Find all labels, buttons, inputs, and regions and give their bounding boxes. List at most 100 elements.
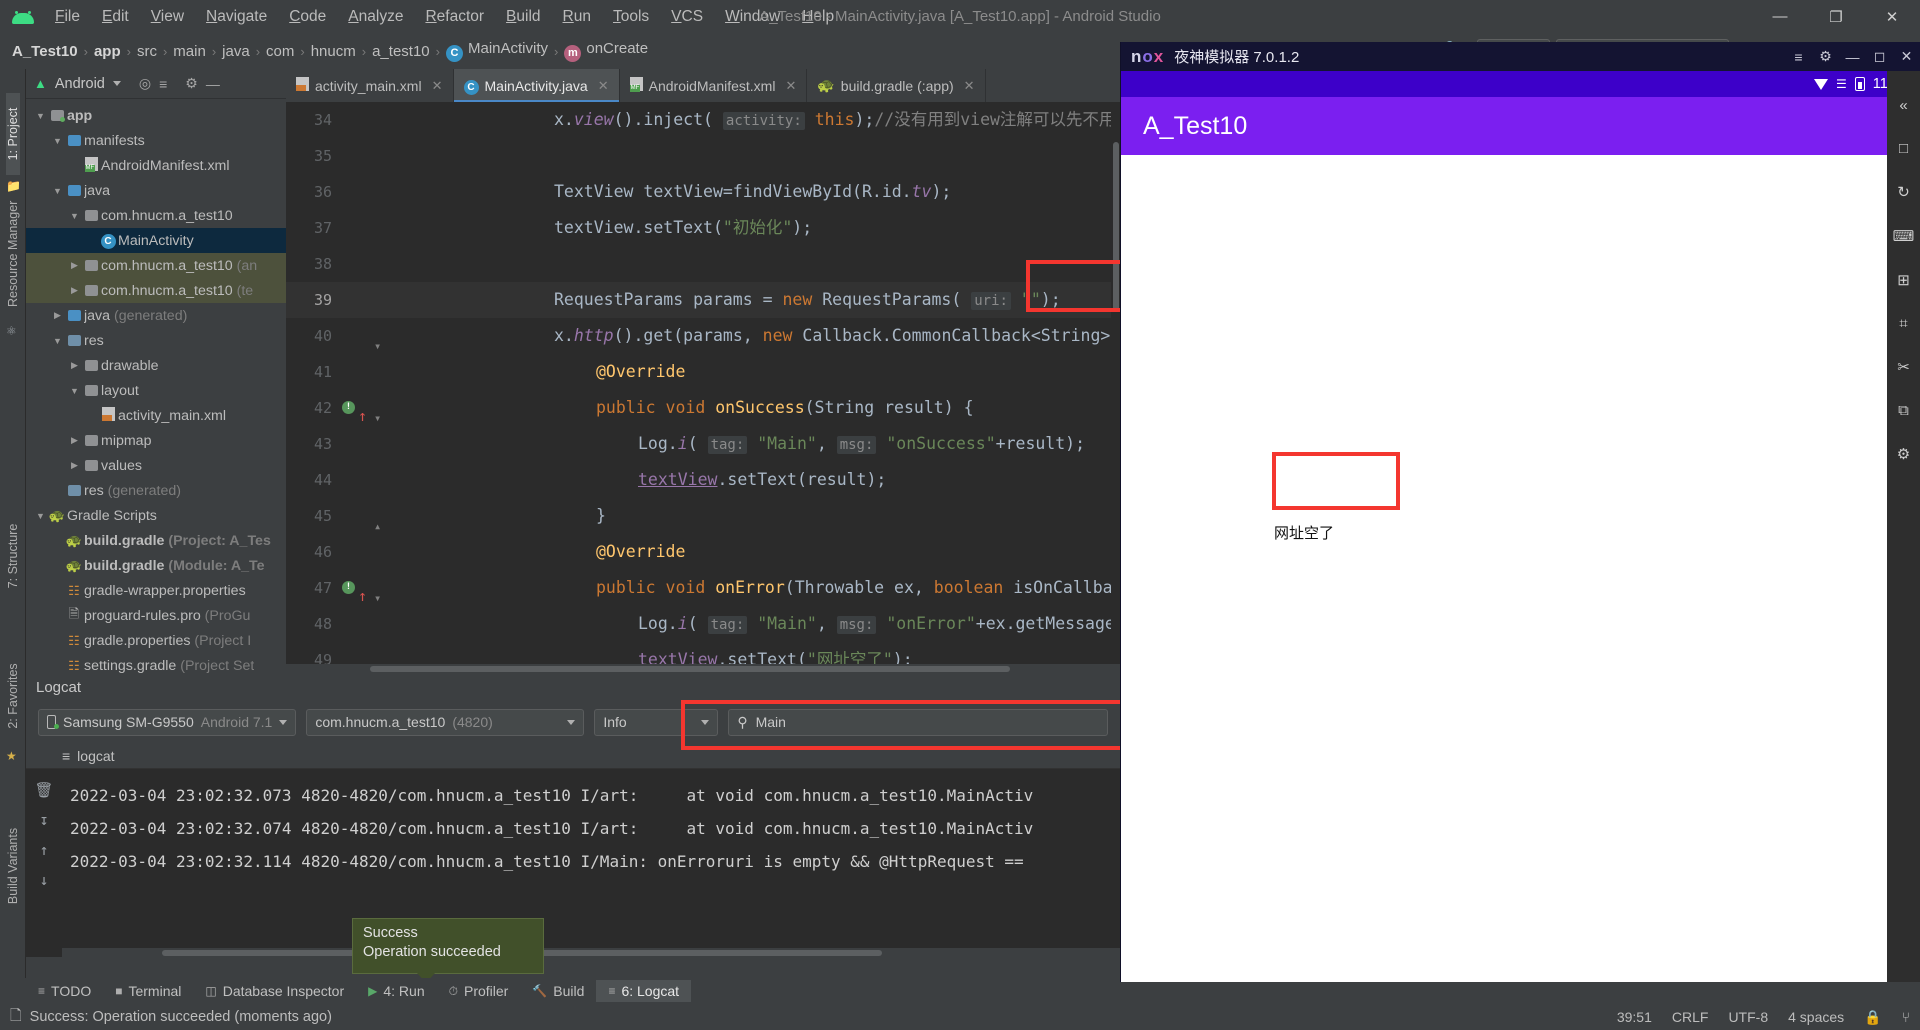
bottom-tab-terminal[interactable]: ■ Terminal xyxy=(103,980,193,1002)
logcat-process-selector[interactable]: com.hnucm.a_test10 (4820) xyxy=(306,708,585,736)
tree-item[interactable]: ▶ drawable xyxy=(26,353,286,378)
sidebar-item-structure[interactable]: 7: Structure xyxy=(6,515,20,597)
menu-icon[interactable]: ≡ xyxy=(1785,42,1812,71)
inspection-bulb-icon[interactable]: ! xyxy=(342,401,355,414)
menu-item-run[interactable]: Run xyxy=(552,4,602,30)
editor-tab-activity-main-xml[interactable]: activity_main.xml ✕ xyxy=(286,69,454,102)
breadcrumb-item-src[interactable]: src xyxy=(137,43,157,60)
editor-tab-mainactivity-java[interactable]: C MainActivity.java ✕ xyxy=(453,69,620,102)
sidebar-item-build-variants[interactable]: Build Variants xyxy=(6,825,20,907)
code-line[interactable]: 38 xyxy=(286,246,1120,282)
sidebar-item-project[interactable]: 1: Project xyxy=(6,93,20,175)
project-tree[interactable]: ▼ app ▼ manifests AndroidManifest.xml ▼ java ▼ c… xyxy=(26,99,286,673)
maximize-icon[interactable]: ◻ xyxy=(1866,42,1893,71)
nox-side-icon-5[interactable]: ⌗ xyxy=(1887,315,1920,332)
chevron-down-icon[interactable]: ▼ xyxy=(34,511,47,521)
chevron-down-icon[interactable]: ▼ xyxy=(51,136,64,146)
nox-side-icon-6[interactable]: ✂ xyxy=(1887,358,1920,376)
folder-icon[interactable]: 📁 xyxy=(6,179,21,193)
tree-item[interactable]: ▶ java (generated) xyxy=(26,303,286,328)
tree-item[interactable]: ▼ java xyxy=(26,178,286,203)
editor-tab-androidmanifest-xml[interactable]: AndroidManifest.xml ✕ xyxy=(620,69,808,102)
tree-item[interactable]: ▼ app xyxy=(26,103,286,128)
tree-item[interactable]: ☷ gradle-wrapper.properties xyxy=(26,578,286,603)
collapse-all-icon[interactable]: ≡ xyxy=(159,76,167,92)
nox-side-icon-4[interactable]: ⊞ xyxy=(1887,271,1920,289)
chevron-down-icon[interactable]: ▼ xyxy=(51,336,64,346)
menu-item-tools[interactable]: Tools xyxy=(602,4,660,30)
menu-item-navigate[interactable]: Navigate xyxy=(195,4,278,30)
nox-side-icon-0[interactable]: « xyxy=(1887,97,1920,114)
star-icon[interactable]: ★ xyxy=(6,749,17,763)
app-screen[interactable]: 网址空了 xyxy=(1121,155,1920,982)
chevron-right-icon[interactable]: ▶ xyxy=(68,360,81,371)
editor-horizontal-scrollbar[interactable] xyxy=(286,664,1120,673)
locate-icon[interactable]: ◎ xyxy=(139,75,151,92)
sidebar-item-resource-manager[interactable]: Resource Manager xyxy=(6,201,20,307)
nox-side-icon-2[interactable]: ↻ xyxy=(1887,183,1920,201)
code-area[interactable]: 34 x.view().inject( activity: this);//没有用… xyxy=(286,102,1120,673)
bottom-tab-todo[interactable]: ≡ TODO xyxy=(26,980,103,1002)
code-line[interactable]: 46 @Override xyxy=(286,534,1120,570)
code-line[interactable]: 37 textView.setText("初始化"); xyxy=(286,210,1120,246)
chevron-down-icon[interactable]: ▼ xyxy=(68,211,81,221)
logcat-level-selector[interactable]: Info xyxy=(594,708,719,736)
tree-item[interactable]: ▶ values xyxy=(26,453,286,478)
tree-item[interactable]: ☷ settings.gradle (Project Set xyxy=(26,653,286,674)
chevron-right-icon[interactable]: ▶ xyxy=(51,310,64,321)
branch-icon[interactable]: ⑂ xyxy=(1902,1009,1910,1025)
menu-item-analyze[interactable]: Analyze xyxy=(337,4,414,30)
menu-item-file[interactable]: File xyxy=(44,4,91,30)
tree-item[interactable]: ▼ 🐢 Gradle Scripts xyxy=(26,503,286,528)
menu-item-edit[interactable]: Edit xyxy=(91,4,140,30)
bottom-tab-build[interactable]: 🔨 Build xyxy=(520,980,596,1002)
breadcrumb-item-main[interactable]: main xyxy=(173,43,206,60)
chevron-down-icon[interactable]: ▼ xyxy=(34,111,47,121)
breadcrumb-item-com[interactable]: com xyxy=(266,43,294,60)
tree-item[interactable]: res (generated) xyxy=(26,478,286,503)
hide-panel-icon[interactable]: — xyxy=(206,76,220,92)
tree-item[interactable]: ▶ mipmap xyxy=(26,428,286,453)
lock-icon[interactable]: 🔒 xyxy=(1864,1009,1881,1026)
code-line[interactable]: 35 xyxy=(286,138,1120,174)
code-line[interactable]: 39 RequestParams params = new RequestPara… xyxy=(286,282,1120,318)
chevron-down-icon[interactable]: ▼ xyxy=(68,386,81,396)
nox-side-icon-1[interactable]: □ xyxy=(1887,140,1920,157)
nox-side-icon-3[interactable]: ⌨ xyxy=(1887,227,1920,245)
maximize-button[interactable]: ❐ xyxy=(1808,0,1864,33)
tree-item[interactable]: 🐢 build.gradle (Module: A_Te xyxy=(26,553,286,578)
menu-item-view[interactable]: View xyxy=(140,4,195,30)
tree-item[interactable]: ▼ layout xyxy=(26,378,286,403)
sidebar-item-favorites[interactable]: 2: Favorites xyxy=(6,655,20,737)
tree-item[interactable]: 🗎 proguard-rules.pro (ProGu xyxy=(26,603,286,628)
gear-icon[interactable]: ⚙ xyxy=(185,75,198,92)
code-line[interactable]: 45 ▴} xyxy=(286,498,1120,534)
logcat-tab[interactable]: ≡ logcat xyxy=(26,743,1120,769)
chevron-right-icon[interactable]: ▶ xyxy=(68,460,81,471)
code-line[interactable]: 47! ↑ ▾ public void onError(Throwable ex, b… xyxy=(286,570,1120,606)
close-button[interactable]: ✕ xyxy=(1864,0,1920,33)
bottom-tab-4-run[interactable]: ▶ 4: Run xyxy=(356,980,436,1002)
caret-position[interactable]: 39:51 xyxy=(1617,1009,1652,1025)
menu-item-refactor[interactable]: Refactor xyxy=(414,4,495,30)
code-line[interactable]: 48 Log.i( tag: "Main", msg: "onError"+ex.… xyxy=(286,606,1120,642)
scroll-end-icon[interactable]: ↧ xyxy=(26,811,62,829)
logcat-output[interactable]: 🗑 ↧ ↑ ↓ 2022-03-04 23:02:32.073 4820-482… xyxy=(26,769,1120,957)
logcat-device-selector[interactable]: Samsung SM-G9550 Android 7.1 xyxy=(38,708,297,736)
logcat-horizontal-scrollbar[interactable] xyxy=(62,948,1120,957)
chevron-right-icon[interactable]: ▶ xyxy=(68,260,81,271)
tree-item[interactable]: activity_main.xml xyxy=(26,403,286,428)
down-icon[interactable]: ↓ xyxy=(26,871,62,889)
menu-item-help[interactable]: Help xyxy=(791,4,845,30)
close-icon[interactable]: ✕ xyxy=(1893,42,1920,71)
tree-item[interactable]: AndroidManifest.xml xyxy=(26,153,286,178)
breadcrumb-item-a-test10[interactable]: a_test10 xyxy=(372,43,430,60)
event-log-icon[interactable]: 🗋 xyxy=(10,1005,22,1030)
menu-item-code[interactable]: Code xyxy=(278,4,337,30)
bottom-tab-6-logcat[interactable]: ≡ 6: Logcat xyxy=(596,980,692,1002)
nox-side-icon-8[interactable]: ⚙ xyxy=(1887,445,1920,463)
breadcrumb-item-hnucm[interactable]: hnucm xyxy=(311,43,356,60)
close-icon[interactable]: ✕ xyxy=(598,78,609,94)
up-icon[interactable]: ↑ xyxy=(26,841,62,859)
tree-item[interactable]: ▶ com.hnucm.a_test10 (te xyxy=(26,278,286,303)
